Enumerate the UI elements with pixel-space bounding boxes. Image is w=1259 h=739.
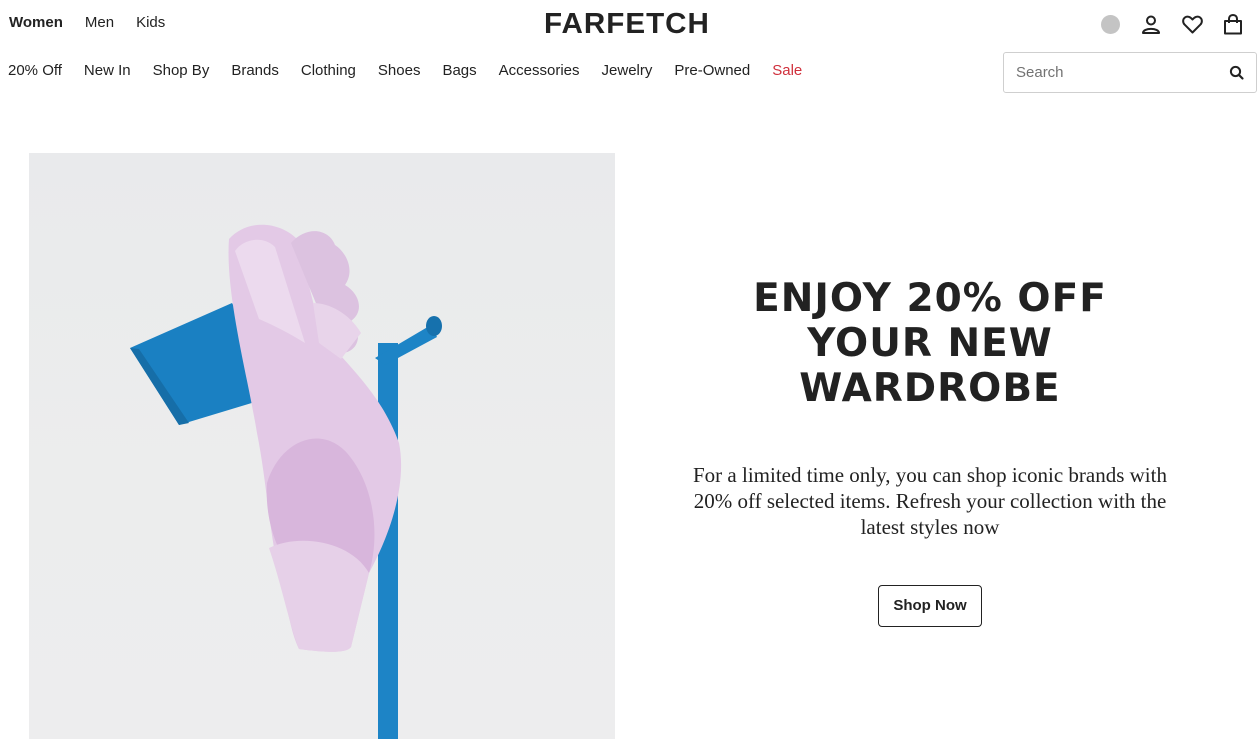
shoe-illustration — [130, 224, 442, 739]
gender-tab-women[interactable]: Women — [9, 14, 63, 31]
nav-item-bags[interactable]: Bags — [442, 62, 476, 79]
wishlist-icon[interactable] — [1180, 12, 1204, 36]
nav-item-jewelry[interactable]: Jewelry — [602, 62, 653, 79]
promo-headline-line: YOUR NEW — [807, 321, 1053, 366]
site-header: Women Men Kids FARFETCH — [0, 0, 1259, 48]
promo-body: For a limited time only, you can shop ic… — [693, 463, 1167, 539]
nav-item-shoes[interactable]: Shoes — [378, 62, 421, 79]
promo-headline-line: ENJOY 20% OFF — [753, 276, 1107, 321]
promo-section: ENJOY 20% OFF YOUR NEW WARDROBE For a li… — [680, 276, 1180, 627]
hero-image[interactable] — [29, 153, 615, 739]
region-icon[interactable] — [1098, 12, 1122, 36]
nav-item-brands[interactable]: Brands — [231, 62, 279, 79]
nav-item-pre-owned[interactable]: Pre-Owned — [674, 62, 750, 79]
search-icon[interactable] — [1228, 64, 1246, 82]
bag-icon[interactable] — [1221, 12, 1245, 36]
nav-item-accessories[interactable]: Accessories — [499, 62, 580, 79]
utility-icons — [1081, 12, 1245, 36]
shop-now-button[interactable]: Shop Now — [878, 585, 982, 627]
gender-tab-kids[interactable]: Kids — [136, 14, 165, 31]
category-nav: 20% Off New In Shop By Brands Clothing S… — [8, 62, 824, 79]
farfetch-logo[interactable]: FARFETCH — [528, 8, 726, 40]
nav-item-clothing[interactable]: Clothing — [301, 62, 356, 79]
nav-item-new-in[interactable]: New In — [84, 62, 131, 79]
gender-tab-men[interactable]: Men — [85, 14, 114, 31]
promo-headline-line: WARDROBE — [799, 366, 1061, 411]
gender-nav: Women Men Kids — [9, 14, 187, 31]
nav-item-sale[interactable]: Sale — [772, 62, 802, 79]
nav-item-shop-by[interactable]: Shop By — [153, 62, 210, 79]
search-input[interactable] — [1004, 64, 1214, 81]
account-icon[interactable] — [1139, 12, 1163, 36]
promo-headline: ENJOY 20% OFF YOUR NEW WARDROBE — [680, 276, 1180, 411]
search-box — [1003, 52, 1257, 93]
nav-item-20-off[interactable]: 20% Off — [8, 62, 62, 79]
